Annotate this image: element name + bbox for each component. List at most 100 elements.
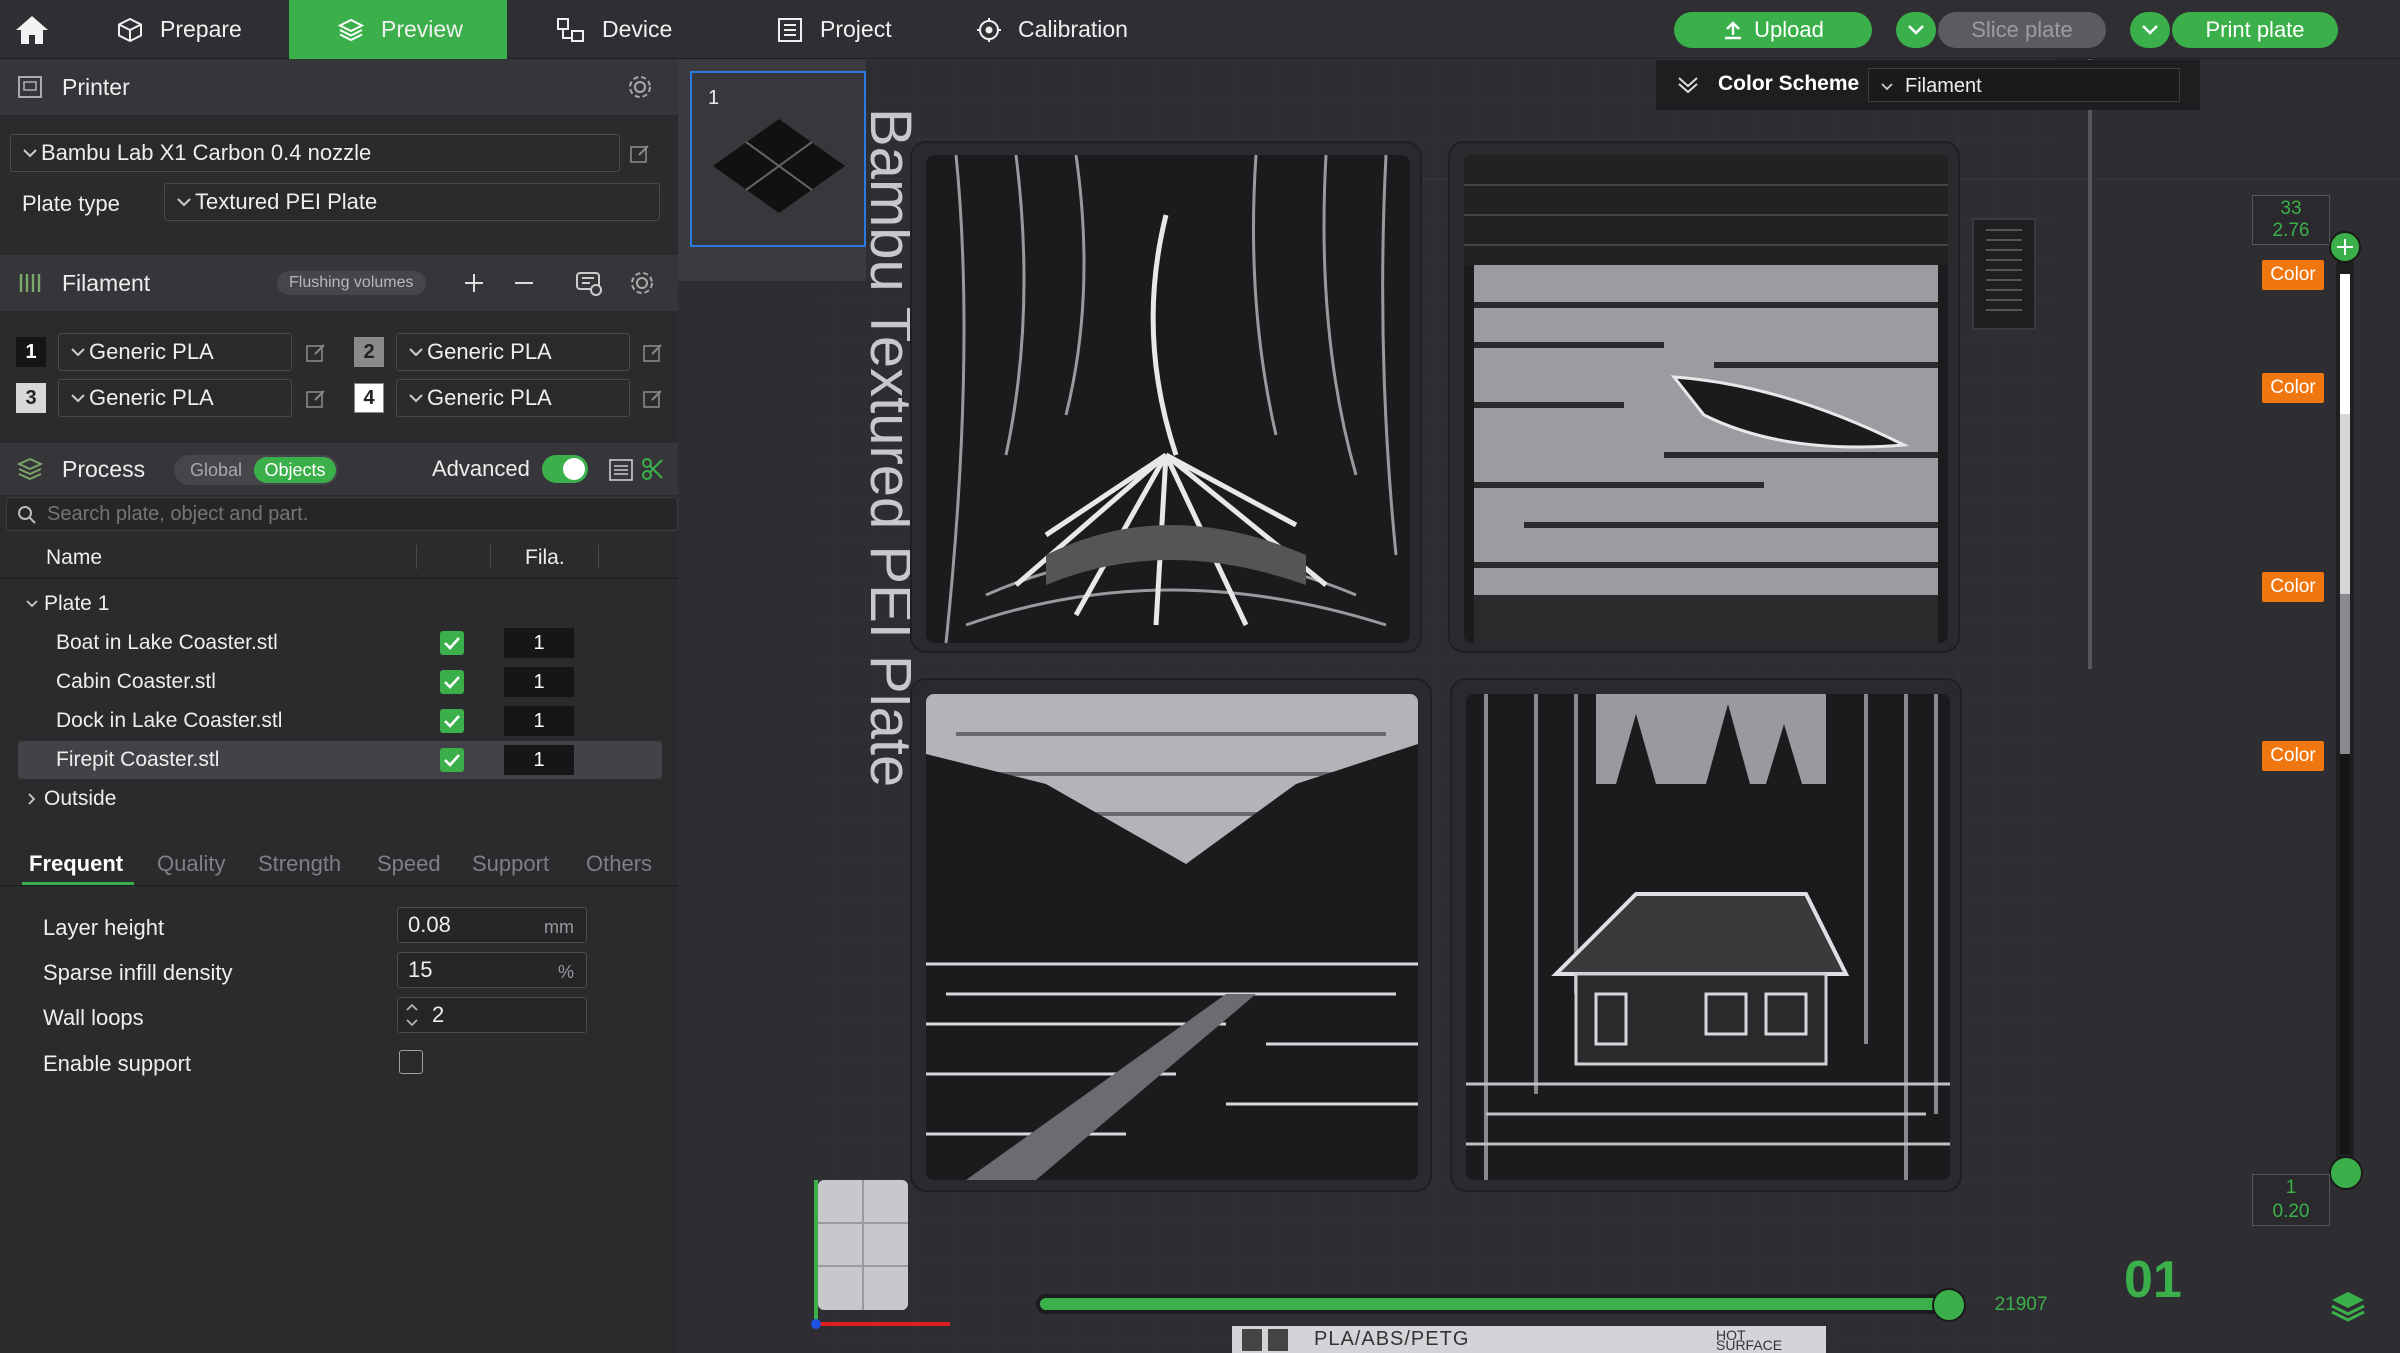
move-slider-track[interactable]: [1036, 1294, 1962, 1314]
object-row[interactable]: Dock in Lake Coaster.stl 1: [18, 702, 662, 740]
visibility-checkbox[interactable]: [440, 670, 464, 694]
tab-frequent[interactable]: Frequent: [29, 851, 123, 877]
color-scheme-label: Color Scheme: [1718, 72, 1860, 95]
visibility-checkbox[interactable]: [440, 631, 464, 655]
filament-index: 1: [533, 670, 545, 693]
move-slider-handle[interactable]: [1932, 1288, 1966, 1322]
filament-section-header: Filament Flushing volumes: [0, 255, 678, 311]
tab-label: Device: [602, 16, 673, 42]
color-change-button[interactable]: Color: [2262, 741, 2324, 771]
slice-label: Slice plate: [1971, 17, 2073, 42]
tab-quality[interactable]: Quality: [157, 851, 225, 877]
object-filament[interactable]: 1: [504, 628, 574, 658]
input-unit: %: [557, 962, 574, 982]
color-scheme-select[interactable]: Filament: [1868, 68, 2180, 102]
visibility-checkbox[interactable]: [440, 709, 464, 733]
layer-height-input[interactable]: 0.08 mm: [397, 907, 587, 943]
dock-coaster[interactable]: [910, 678, 1432, 1192]
tool-icon[interactable]: [641, 457, 665, 481]
color-change-button[interactable]: Color: [2262, 260, 2324, 290]
layers-icon[interactable]: [2328, 1286, 2368, 1326]
object-filament[interactable]: 1: [504, 667, 574, 697]
filament-slot-3-swatch[interactable]: 3: [16, 383, 46, 413]
print-plate-button[interactable]: Print plate: [2172, 12, 2338, 48]
layer-slider-track[interactable]: [2336, 262, 2354, 1160]
tab-device[interactable]: Device: [556, 0, 706, 59]
printer-select[interactable]: Bambu Lab X1 Carbon 0.4 nozzle: [10, 134, 620, 172]
object-filament[interactable]: 1: [504, 745, 574, 775]
color-change-button[interactable]: Color: [2262, 373, 2324, 403]
project-icon: [778, 17, 802, 42]
search-input[interactable]: [47, 502, 647, 526]
filament-slot-3-select[interactable]: Generic PLA: [58, 379, 292, 417]
tab-prepare[interactable]: Prepare: [116, 0, 286, 59]
collapse-icon[interactable]: [1676, 74, 1700, 94]
global-objects-toggle[interactable]: Global Objects: [174, 455, 338, 485]
boat-coaster[interactable]: [1448, 141, 1960, 653]
plate-name: Plate 1: [44, 592, 110, 615]
outside-tree-item[interactable]: Outside: [18, 780, 662, 818]
color-change-button[interactable]: Color: [2262, 572, 2324, 602]
wall-loops-stepper[interactable]: 2: [397, 997, 587, 1033]
flushing-volumes-button[interactable]: Flushing volumes: [277, 271, 426, 295]
object-row[interactable]: Boat in Lake Coaster.stl 1: [18, 624, 662, 662]
tab-strength[interactable]: Strength: [258, 851, 341, 877]
filament-slot-2-swatch[interactable]: 2: [354, 337, 384, 367]
global-option[interactable]: Global: [190, 460, 242, 481]
search-box[interactable]: [6, 497, 678, 531]
gear-icon[interactable]: [626, 73, 654, 101]
bottom-slider-handle[interactable]: [2329, 1156, 2363, 1190]
check-icon: [444, 715, 460, 728]
add-icon[interactable]: [462, 271, 486, 295]
tab-preview[interactable]: Preview: [289, 0, 507, 59]
top-slider-handle[interactable]: [2329, 231, 2361, 263]
home-button[interactable]: [14, 0, 74, 59]
upload-button[interactable]: Upload: [1674, 12, 1872, 48]
sync-ams-icon[interactable]: [574, 269, 604, 297]
advanced-toggle[interactable]: [542, 455, 588, 483]
visibility-checkbox[interactable]: [440, 748, 464, 772]
firepit-coaster[interactable]: [910, 141, 1422, 653]
plate-thumbnail[interactable]: 1: [690, 71, 866, 247]
column-filament[interactable]: Fila.: [525, 546, 565, 570]
objects-option[interactable]: Objects: [254, 457, 336, 483]
infill-density-input[interactable]: 15%: [397, 952, 587, 988]
object-row-selected[interactable]: Firepit Coaster.stl 1: [18, 741, 662, 779]
gear-icon[interactable]: [628, 269, 656, 297]
edit-icon[interactable]: [642, 388, 664, 410]
object-filament[interactable]: 1: [504, 706, 574, 736]
tab-calibration[interactable]: Calibration: [976, 0, 1156, 59]
filament-icon: [19, 274, 41, 292]
print-label: Print plate: [2205, 17, 2305, 42]
filament-slot-1-select[interactable]: Generic PLA: [58, 333, 292, 371]
input-value: 0.08: [408, 912, 451, 937]
outside-label: Outside: [44, 787, 117, 810]
tab-others[interactable]: Others: [586, 851, 652, 877]
tab-project[interactable]: Project: [776, 0, 926, 59]
tab-support[interactable]: Support: [472, 851, 549, 877]
wipe-tower[interactable]: [1972, 218, 2036, 330]
enable-support-checkbox[interactable]: [399, 1050, 423, 1074]
filament-slot-4-swatch[interactable]: 4: [354, 383, 384, 413]
chevron-down-icon: [71, 348, 85, 357]
stepper-icon[interactable]: [404, 1001, 420, 1029]
tab-speed[interactable]: Speed: [377, 851, 441, 877]
slice-dropdown-button[interactable]: [1896, 12, 1936, 48]
cabin-coaster[interactable]: [1450, 678, 1962, 1192]
edit-icon[interactable]: [642, 342, 664, 364]
list-icon[interactable]: [608, 457, 636, 483]
filament-slot-1-swatch[interactable]: 1: [16, 337, 46, 367]
filament-slot-2-select[interactable]: Generic PLA: [396, 333, 630, 371]
edit-icon[interactable]: [305, 342, 327, 364]
divider: [0, 885, 678, 886]
plate-type-select[interactable]: Textured PEI Plate: [164, 183, 660, 221]
remove-icon[interactable]: [512, 271, 536, 295]
object-row[interactable]: Cabin Coaster.stl 1: [18, 663, 662, 701]
edit-icon[interactable]: [629, 143, 651, 165]
edit-icon[interactable]: [305, 388, 327, 410]
plate-tree-item[interactable]: Plate 1: [18, 585, 662, 623]
slice-plate-button[interactable]: Slice plate: [1938, 12, 2106, 48]
filament-slot-4-select[interactable]: Generic PLA: [396, 379, 630, 417]
column-name[interactable]: Name: [46, 546, 102, 570]
print-dropdown-button[interactable]: [2130, 12, 2170, 48]
